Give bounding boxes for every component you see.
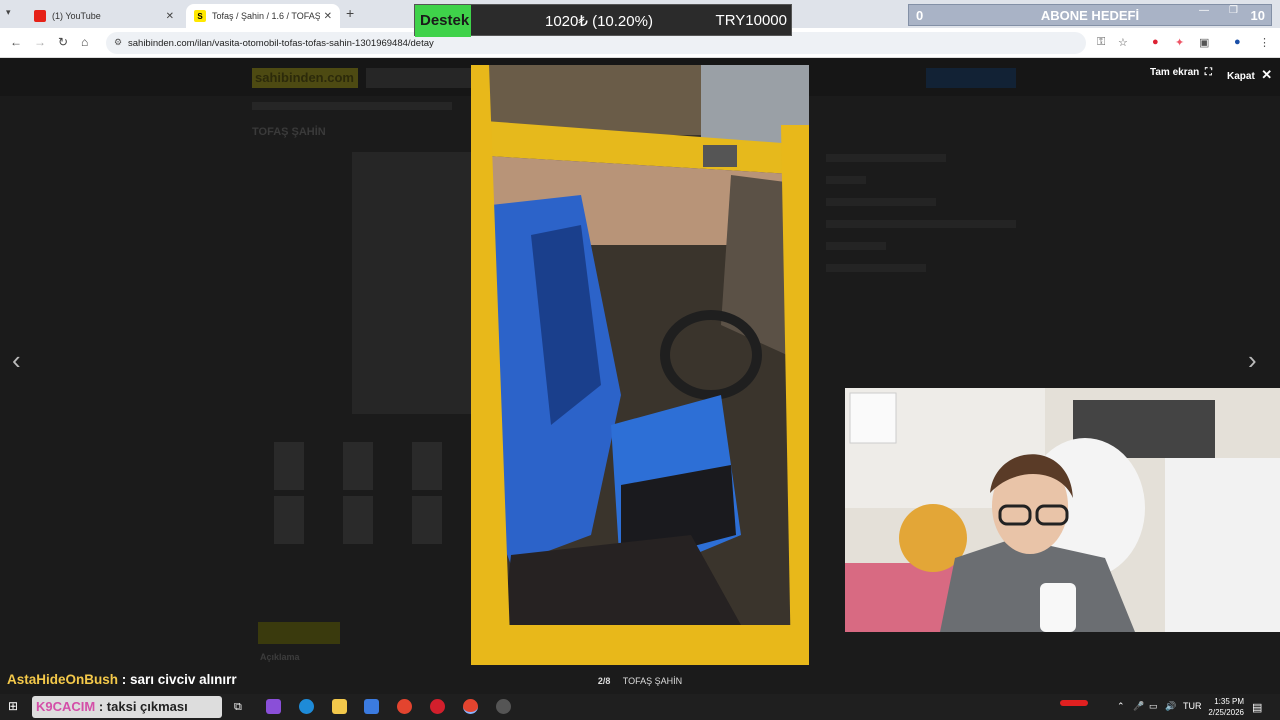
- thumbnail: [343, 442, 373, 490]
- subscriber-goal-target: 10: [1250, 8, 1265, 23]
- tab-search-icon[interactable]: ▾: [6, 7, 11, 18]
- store-icon[interactable]: [364, 699, 379, 714]
- stream-chat-line: AstaHideOnBush : sarı civciv alınırr: [7, 672, 237, 687]
- subscriber-goal-current: 0: [916, 8, 924, 23]
- site-info-icon[interactable]: ⚙: [114, 37, 122, 48]
- photo-caption-text: TOFAŞ ŞAHİN: [622, 676, 683, 686]
- windows-start-icon[interactable]: ⊞: [8, 699, 18, 713]
- car-interior-illustration: [471, 65, 809, 665]
- subscriber-goal-widget: ABONE HEDEFİ 0 10: [908, 4, 1272, 26]
- post-ad-button: [926, 68, 1016, 88]
- donation-goal-widget: Destek 1020₺ (10.20%) TRY10000: [414, 4, 792, 37]
- listing-photo: [471, 65, 809, 665]
- clock-date: 2/25/2026: [1208, 708, 1244, 717]
- chat-username-2: K9CACIM: [36, 699, 96, 714]
- donation-label: Destek: [415, 5, 471, 37]
- url-text: sahibinden.com/ilan/vasita-otomobil-tofa…: [128, 38, 434, 49]
- listing-main-image: [352, 152, 472, 414]
- opera-icon[interactable]: [430, 699, 445, 714]
- donation-amount: 1020₺ (10.20%): [545, 13, 653, 30]
- donation-goal: TRY10000: [715, 12, 787, 29]
- task-view-icon[interactable]: ⧉: [234, 701, 242, 714]
- chat-message: : sarı civciv alınırr: [121, 672, 237, 687]
- notifications-icon[interactable]: ▤: [1252, 701, 1262, 714]
- youtube-icon: [34, 10, 46, 22]
- seller-panel: [826, 154, 1026, 374]
- windows-taskbar: ⊞ K9CACIM : taksi çıkması ⧉ ⌃ 🎤 ▭ 🔊 TUR …: [0, 694, 1280, 720]
- streamer-webcam: [845, 388, 1280, 632]
- chat-username: AstaHideOnBush: [7, 672, 119, 687]
- chat-message-2: : taksi çıkması: [98, 699, 188, 714]
- thumbnail: [274, 496, 304, 544]
- listing-tabs: [258, 622, 340, 644]
- copilot-icon[interactable]: [266, 699, 281, 714]
- edge-icon[interactable]: [299, 699, 314, 714]
- close-tab-icon[interactable]: ✕: [324, 11, 332, 22]
- description-heading: Açıklama: [260, 652, 300, 662]
- tab-sahibinden[interactable]: S Tofaş / Şahin / 1.6 / TOFAŞ ŞAH ✕: [186, 4, 340, 28]
- network-icon[interactable]: ▭: [1149, 701, 1158, 712]
- volume-icon[interactable]: 🔊: [1165, 701, 1176, 712]
- obs-icon[interactable]: [496, 699, 511, 714]
- chrome-icon[interactable]: [397, 699, 412, 714]
- thumbnail: [343, 496, 373, 544]
- previous-photo-arrow-icon[interactable]: ‹: [12, 345, 21, 376]
- site-logo: sahibinden.com: [252, 68, 358, 88]
- thumbnail: [274, 442, 304, 490]
- metamask-icon[interactable]: ✦: [1175, 36, 1184, 49]
- fullscreen-button[interactable]: Tam ekran ⛶: [1150, 67, 1212, 78]
- minimize-icon[interactable]: —: [1199, 5, 1209, 16]
- system-clock[interactable]: 1:35 PM 2/25/2026: [1200, 696, 1244, 718]
- password-key-icon[interactable]: ⚿: [1097, 36, 1105, 49]
- listing-title: TOFAŞ ŞAHİN: [252, 126, 326, 138]
- screen: ▾ (1) YouTube ✕ S Tofaş / Şahin / 1.6 / …: [0, 0, 1280, 720]
- taskbar-search-chat-overlay[interactable]: K9CACIM : taksi çıkması: [32, 696, 222, 718]
- back-icon[interactable]: ←: [10, 35, 22, 49]
- fullscreen-icon: ⛶: [1202, 67, 1212, 78]
- close-icon: ✕: [1257, 67, 1273, 82]
- file-explorer-icon[interactable]: [332, 699, 347, 714]
- extension-icon[interactable]: ●: [1152, 36, 1159, 48]
- subscriber-goal-label: ABONE HEDEFİ: [1040, 8, 1140, 23]
- thumbnail: [412, 496, 442, 544]
- bookmark-star-icon[interactable]: ☆: [1118, 36, 1128, 49]
- profile-avatar-icon[interactable]: ●: [1234, 36, 1241, 48]
- thumbnail: [412, 442, 442, 490]
- menu-kebab-icon[interactable]: ⋮: [1259, 36, 1270, 49]
- next-photo-arrow-icon[interactable]: ›: [1248, 345, 1257, 376]
- extensions-puzzle-icon[interactable]: ▣: [1199, 36, 1209, 49]
- clock-time: 1:35 PM: [1214, 697, 1244, 706]
- breadcrumb: [252, 102, 452, 110]
- tab-youtube[interactable]: (1) YouTube ✕: [26, 4, 182, 28]
- close-button[interactable]: Kapat ✕: [1227, 67, 1272, 83]
- forward-icon[interactable]: →: [34, 35, 46, 49]
- chrome-active-icon[interactable]: [463, 699, 478, 714]
- microphone-icon[interactable]: 🎤: [1133, 701, 1144, 712]
- reload-icon[interactable]: ↻: [58, 35, 68, 49]
- tab-title: Tofaş / Şahin / 1.6 / TOFAŞ ŞAH: [212, 11, 320, 21]
- tray-expand-icon[interactable]: ⌃: [1117, 701, 1125, 712]
- close-tab-icon[interactable]: ✕: [166, 11, 174, 22]
- home-icon[interactable]: ⌂: [81, 35, 88, 49]
- webcam-scene: [845, 388, 1280, 632]
- new-tab-button[interactable]: +: [346, 5, 354, 21]
- fullscreen-label: Tam ekran: [1150, 67, 1200, 78]
- close-label: Kapat: [1227, 71, 1255, 82]
- language-indicator[interactable]: TUR: [1183, 701, 1202, 711]
- photo-counter: 2/8: [597, 676, 611, 686]
- recording-indicator-icon: [1060, 700, 1088, 706]
- sahibinden-icon: S: [194, 10, 206, 22]
- maximize-icon[interactable]: ❐: [1229, 5, 1238, 16]
- tab-title: (1) YouTube: [52, 11, 101, 21]
